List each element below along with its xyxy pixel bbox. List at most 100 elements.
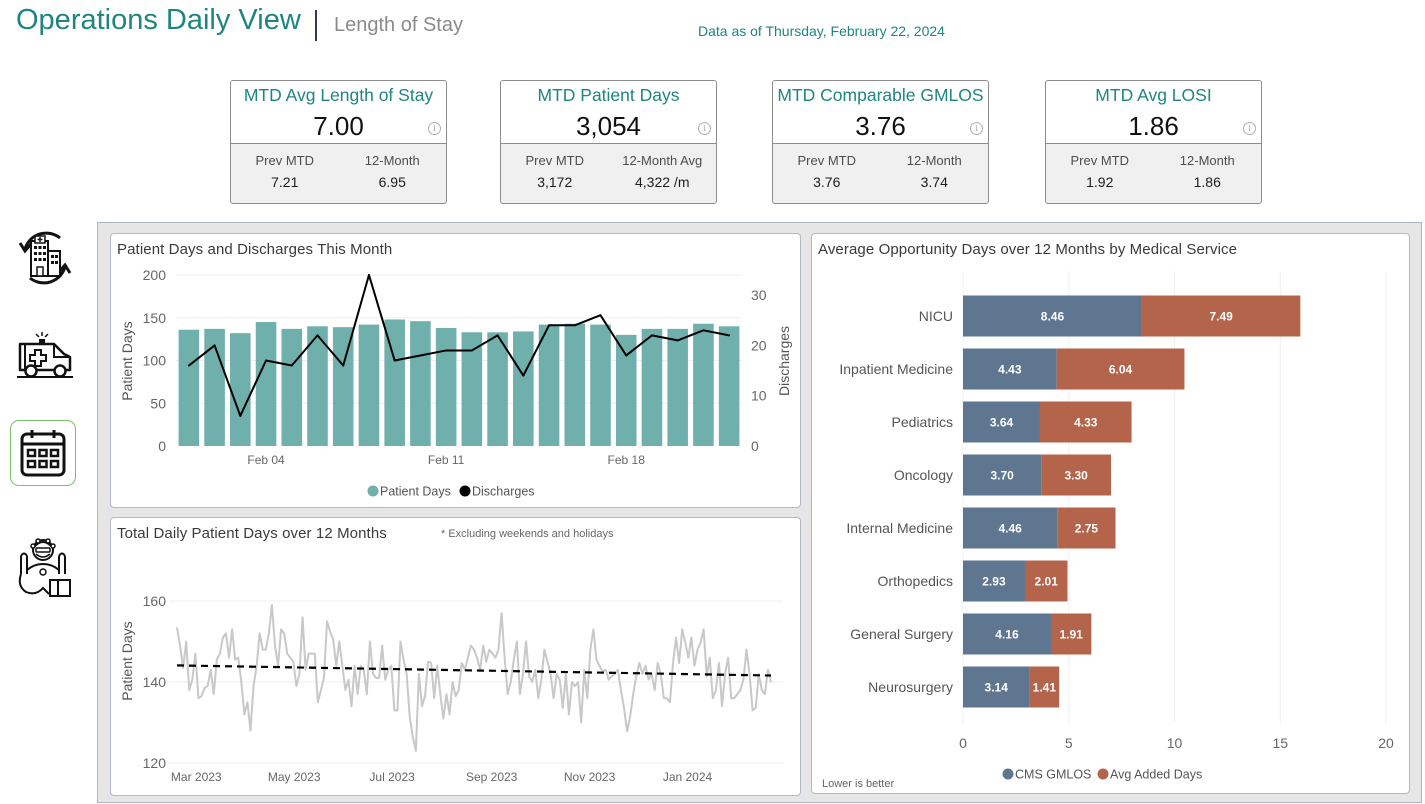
patient-days-bar xyxy=(332,327,354,446)
daily-point xyxy=(317,701,319,703)
daily-point xyxy=(219,653,221,655)
x-tick-label: Feb 11 xyxy=(428,453,465,467)
x-tick-label: Jan 2024 xyxy=(663,770,713,784)
avg-added-days-data-label: 7.49 xyxy=(1209,310,1233,324)
daily-point xyxy=(256,665,258,667)
daily-point xyxy=(458,689,460,691)
x-tick-label: Mar 2023 xyxy=(171,770,222,784)
daily-point xyxy=(320,689,322,691)
legend-marker-cms-gmlos xyxy=(1002,768,1014,780)
discharges-point xyxy=(650,334,653,337)
y-left-tick-label: 100 xyxy=(143,353,167,369)
page-subtitle: Length of Stay xyxy=(334,14,463,36)
y-left-axis-title: Patient Days xyxy=(119,321,135,400)
legend-marker-discharges xyxy=(459,485,471,497)
title-separator xyxy=(315,10,317,41)
avg-added-days-data-label: 6.04 xyxy=(1109,363,1133,377)
daily-point xyxy=(421,705,423,707)
daily-point xyxy=(329,630,331,632)
category-label: Inpatient Medicine xyxy=(839,361,953,377)
daily-point xyxy=(237,657,239,659)
info-icon[interactable]: i xyxy=(970,122,983,135)
daily-point xyxy=(537,697,539,699)
daily-point xyxy=(476,657,478,659)
daily-point xyxy=(360,665,362,667)
daily-point xyxy=(669,701,671,703)
legend-label-patient-days: Patient Days xyxy=(380,485,451,499)
y-left-tick-label: 0 xyxy=(158,438,166,454)
legend-marker-avg-added-days xyxy=(1097,768,1109,780)
daily-point xyxy=(228,657,230,659)
daily-point xyxy=(295,685,298,687)
daily-point xyxy=(546,661,549,663)
daily-point xyxy=(341,665,343,667)
info-icon[interactable]: i xyxy=(698,122,711,135)
daily-point xyxy=(534,669,536,671)
daily-point xyxy=(675,636,677,639)
daily-point xyxy=(268,632,270,634)
daily-point xyxy=(690,636,692,639)
daily-point xyxy=(693,665,696,667)
daily-point xyxy=(390,665,392,667)
kpi-card-comparable-gmlos: MTD Comparable GMLOS 3.76 i Prev MTD 3.7… xyxy=(772,80,989,204)
discharges-point xyxy=(239,414,242,417)
discharges-point xyxy=(342,364,345,367)
daily-point xyxy=(598,665,601,667)
daily-point xyxy=(323,677,325,679)
kpi-12-month: 12-Month 3.74 xyxy=(881,153,989,190)
daily-point xyxy=(699,642,702,644)
daily-point xyxy=(519,693,521,695)
category-label: NICU xyxy=(919,308,953,324)
nav-calendar[interactable] xyxy=(10,420,76,486)
daily-point xyxy=(436,665,438,667)
daily-point xyxy=(249,730,252,732)
patient-days-bar xyxy=(230,333,251,446)
patient-days-bar xyxy=(590,324,611,446)
y-right-tick-label: 10 xyxy=(751,388,767,404)
daily-point xyxy=(406,673,408,675)
daily-point xyxy=(727,657,729,659)
daily-point xyxy=(203,687,206,689)
patient-days-bar xyxy=(255,322,277,446)
info-icon[interactable]: i xyxy=(1243,122,1256,135)
daily-point xyxy=(730,697,732,699)
patient-days-bar xyxy=(718,326,740,446)
daily-point xyxy=(733,697,735,699)
data-as-of-date: Data as of Thursday, February 22, 2024 xyxy=(698,23,945,39)
daily-point xyxy=(577,681,579,683)
kpi-sub-value: 3,172 xyxy=(537,174,573,190)
kpi-sub-value: 6.95 xyxy=(378,174,406,190)
patient-days-bar xyxy=(513,331,534,446)
kpi-sub-value: 1.92 xyxy=(1086,174,1114,190)
daily-point xyxy=(647,678,650,681)
nav-hospital-transfer[interactable] xyxy=(12,225,78,291)
cms-gmlos-data-label: 2.93 xyxy=(982,575,1006,589)
daily-point xyxy=(311,653,313,655)
kpi-title: MTD Comparable GMLOS xyxy=(777,85,984,105)
info-icon[interactable]: i xyxy=(428,122,441,135)
x-tick-label: 15 xyxy=(1272,735,1288,751)
nav-ambulance[interactable] xyxy=(12,322,78,388)
x-tick-label: Feb 18 xyxy=(608,453,646,467)
nav-physician[interactable] xyxy=(12,535,78,601)
daily-point xyxy=(571,681,573,683)
daily-point xyxy=(761,689,763,691)
patient-days-bar xyxy=(693,323,714,446)
daily-point xyxy=(338,640,340,643)
category-label: Internal Medicine xyxy=(846,520,953,536)
daily-point xyxy=(745,649,748,651)
avg-added-days-data-label: 1.41 xyxy=(1033,681,1057,695)
y-left-tick-label: 200 xyxy=(143,267,167,283)
daily-point xyxy=(712,697,714,699)
daily-patient-days-line xyxy=(176,604,772,752)
chart-title: Patient Days and Discharges This Month xyxy=(117,241,393,258)
daily-patient-days-chart: 120 140 160 Patient Days Mar 2023 May 2023 Jul… xyxy=(119,593,783,784)
daily-point xyxy=(461,662,463,664)
daily-point xyxy=(718,662,720,664)
daily-point xyxy=(467,657,469,659)
category-label: Oncology xyxy=(894,467,953,483)
daily-point xyxy=(357,693,359,695)
daily-point xyxy=(644,665,647,667)
daily-point xyxy=(378,677,380,679)
daily-point xyxy=(657,662,659,664)
